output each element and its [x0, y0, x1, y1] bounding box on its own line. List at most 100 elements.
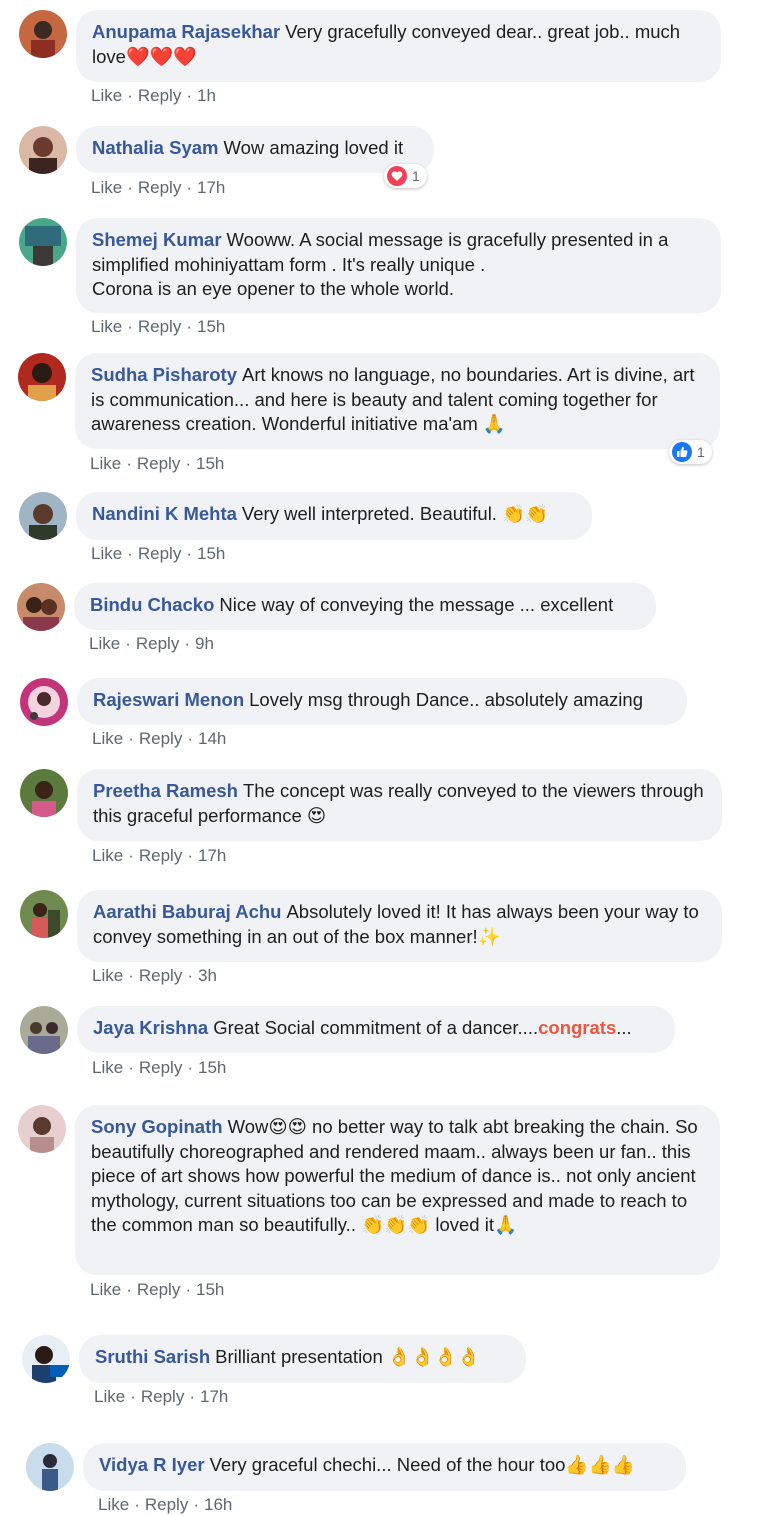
like-button[interactable]: Like: [94, 1387, 125, 1406]
reply-button[interactable]: Reply: [137, 1280, 180, 1299]
like-button[interactable]: Like: [91, 317, 122, 336]
comment-actions: Like · Reply · 14h: [92, 729, 227, 748]
avatar[interactable]: [20, 1006, 68, 1054]
comment-text: Very well interpreted. Beautiful.: [241, 503, 497, 524]
comment-text: Nice way of conveying the message ... ex…: [219, 594, 614, 615]
folded-hands-emoji: 🙏: [482, 413, 506, 434]
avatar[interactable]: [19, 492, 67, 540]
thumbs-up-emoji: 👍👍👍: [565, 1454, 635, 1475]
comment-text-suffix: ...: [616, 1017, 632, 1038]
comment-author[interactable]: Sudha Pisharoty: [91, 364, 237, 385]
comment-text: Wow amazing loved it: [223, 137, 404, 158]
comment-author[interactable]: Bindu Chacko: [90, 594, 214, 615]
timestamp[interactable]: 15h: [197, 317, 225, 336]
like-button[interactable]: Like: [92, 729, 123, 748]
comment-author[interactable]: Vidya R Iyer: [99, 1454, 205, 1475]
avatar[interactable]: [18, 1105, 66, 1153]
avatar[interactable]: [20, 678, 68, 726]
comment-actions: Like · Reply · 17h: [91, 178, 226, 197]
reply-button[interactable]: Reply: [138, 86, 181, 105]
comment-author[interactable]: Shemej Kumar: [92, 229, 222, 250]
reply-button[interactable]: Reply: [139, 1058, 182, 1077]
comment-actions: Like · Reply · 1h: [91, 86, 216, 105]
avatar[interactable]: [19, 218, 67, 266]
timestamp[interactable]: 15h: [198, 1058, 226, 1077]
avatar[interactable]: [19, 126, 67, 174]
like-button[interactable]: Like: [91, 544, 122, 563]
comment-author[interactable]: Preetha Ramesh: [93, 780, 238, 801]
avatar[interactable]: [20, 769, 68, 817]
timestamp[interactable]: 15h: [196, 1280, 224, 1299]
comment-author[interactable]: Rajeswari Menon: [93, 689, 244, 710]
hashtag-link[interactable]: congrats: [538, 1017, 616, 1038]
reply-button[interactable]: Reply: [138, 317, 181, 336]
sparkles-emoji: ✨: [477, 925, 501, 947]
reply-button[interactable]: Reply: [145, 1495, 188, 1514]
timestamp[interactable]: 15h: [196, 454, 224, 473]
comment-author[interactable]: Anupama Rajasekhar: [92, 21, 280, 42]
comment-actions: Like · Reply · 15h: [90, 454, 225, 473]
like-button[interactable]: Like: [92, 1058, 123, 1077]
reply-button[interactable]: Reply: [139, 966, 182, 985]
thumbs-up-icon: [672, 442, 692, 462]
like-button[interactable]: Like: [92, 846, 123, 865]
avatar[interactable]: [22, 1335, 70, 1383]
like-button[interactable]: Like: [92, 966, 123, 985]
comment-author[interactable]: Jaya Krishna: [93, 1017, 208, 1038]
timestamp[interactable]: 14h: [198, 729, 226, 748]
comment-bubble: Anupama Rajasekhar Very gracefully convey…: [76, 10, 721, 82]
like-button[interactable]: Like: [90, 1280, 121, 1299]
like-button[interactable]: Like: [91, 86, 122, 105]
comment-bubble: Sony Gopinath Wow😍😍 no better way to talk…: [75, 1105, 720, 1275]
folded-hands-emoji: 🙏: [493, 1214, 518, 1235]
reaction-count[interactable]: 1: [384, 164, 427, 188]
comment-actions: Like · Reply · 15h: [90, 1280, 225, 1299]
comment-text: loved it: [430, 1214, 494, 1235]
comment-text: Lovely msg through Dance.. absolutely am…: [249, 689, 643, 710]
comment-author[interactable]: Nathalia Syam: [92, 137, 218, 158]
reply-button[interactable]: Reply: [136, 634, 179, 653]
reply-button[interactable]: Reply: [139, 729, 182, 748]
ok-hand-emoji: 👌👌👌👌: [387, 1346, 481, 1367]
avatar[interactable]: [26, 1443, 74, 1491]
timestamp[interactable]: 16h: [204, 1495, 232, 1514]
heart-eyes-emoji: 😍: [306, 804, 327, 826]
avatar[interactable]: [17, 583, 65, 631]
timestamp[interactable]: 17h: [197, 178, 225, 197]
comment-bubble: Sudha Pisharoty Art knows no language, no…: [75, 353, 720, 449]
comment-author[interactable]: Sruthi Sarish: [95, 1346, 210, 1367]
comment-text: Great Social commitment of a dancer....: [213, 1017, 539, 1038]
like-button[interactable]: Like: [89, 634, 120, 653]
reply-button[interactable]: Reply: [138, 544, 181, 563]
comment-author[interactable]: Aarathi Baburaj Achu: [93, 901, 281, 922]
reply-button[interactable]: Reply: [139, 846, 182, 865]
like-button[interactable]: Like: [91, 178, 122, 197]
comment-actions: Like · Reply · 9h: [89, 634, 214, 653]
comment-actions: Like · Reply · 15h: [91, 317, 226, 336]
like-button[interactable]: Like: [90, 454, 121, 473]
comment-author[interactable]: Sony Gopinath: [91, 1116, 223, 1137]
comment-bubble: Vidya R Iyer Very graceful chechi... Need…: [83, 1443, 686, 1491]
timestamp[interactable]: 1h: [197, 86, 216, 105]
comment-text: Very graceful chechi... Need of the hour…: [209, 1454, 566, 1475]
reaction-number: 1: [697, 444, 705, 460]
heart-emoji: ❤️❤️❤️: [125, 46, 197, 68]
comment-bubble: Nathalia Syam Wow amazing loved it: [76, 126, 434, 173]
timestamp[interactable]: 9h: [195, 634, 214, 653]
reply-button[interactable]: Reply: [137, 454, 180, 473]
reply-button[interactable]: Reply: [138, 178, 181, 197]
timestamp[interactable]: 3h: [198, 966, 217, 985]
comment-author[interactable]: Nandini K Mehta: [92, 503, 237, 524]
comment-actions: Like · Reply · 3h: [92, 966, 217, 985]
comment-bubble: Aarathi Baburaj Achu Absolutely loved it!…: [77, 890, 722, 962]
like-button[interactable]: Like: [98, 1495, 129, 1514]
timestamp[interactable]: 17h: [198, 846, 226, 865]
reaction-count[interactable]: 1: [669, 440, 712, 464]
reply-button[interactable]: Reply: [141, 1387, 184, 1406]
avatar[interactable]: [20, 890, 68, 938]
avatar[interactable]: [18, 353, 66, 401]
clapping-emoji: 👏👏: [502, 503, 549, 524]
timestamp[interactable]: 15h: [197, 544, 225, 563]
avatar[interactable]: [19, 10, 67, 58]
timestamp[interactable]: 17h: [200, 1387, 228, 1406]
